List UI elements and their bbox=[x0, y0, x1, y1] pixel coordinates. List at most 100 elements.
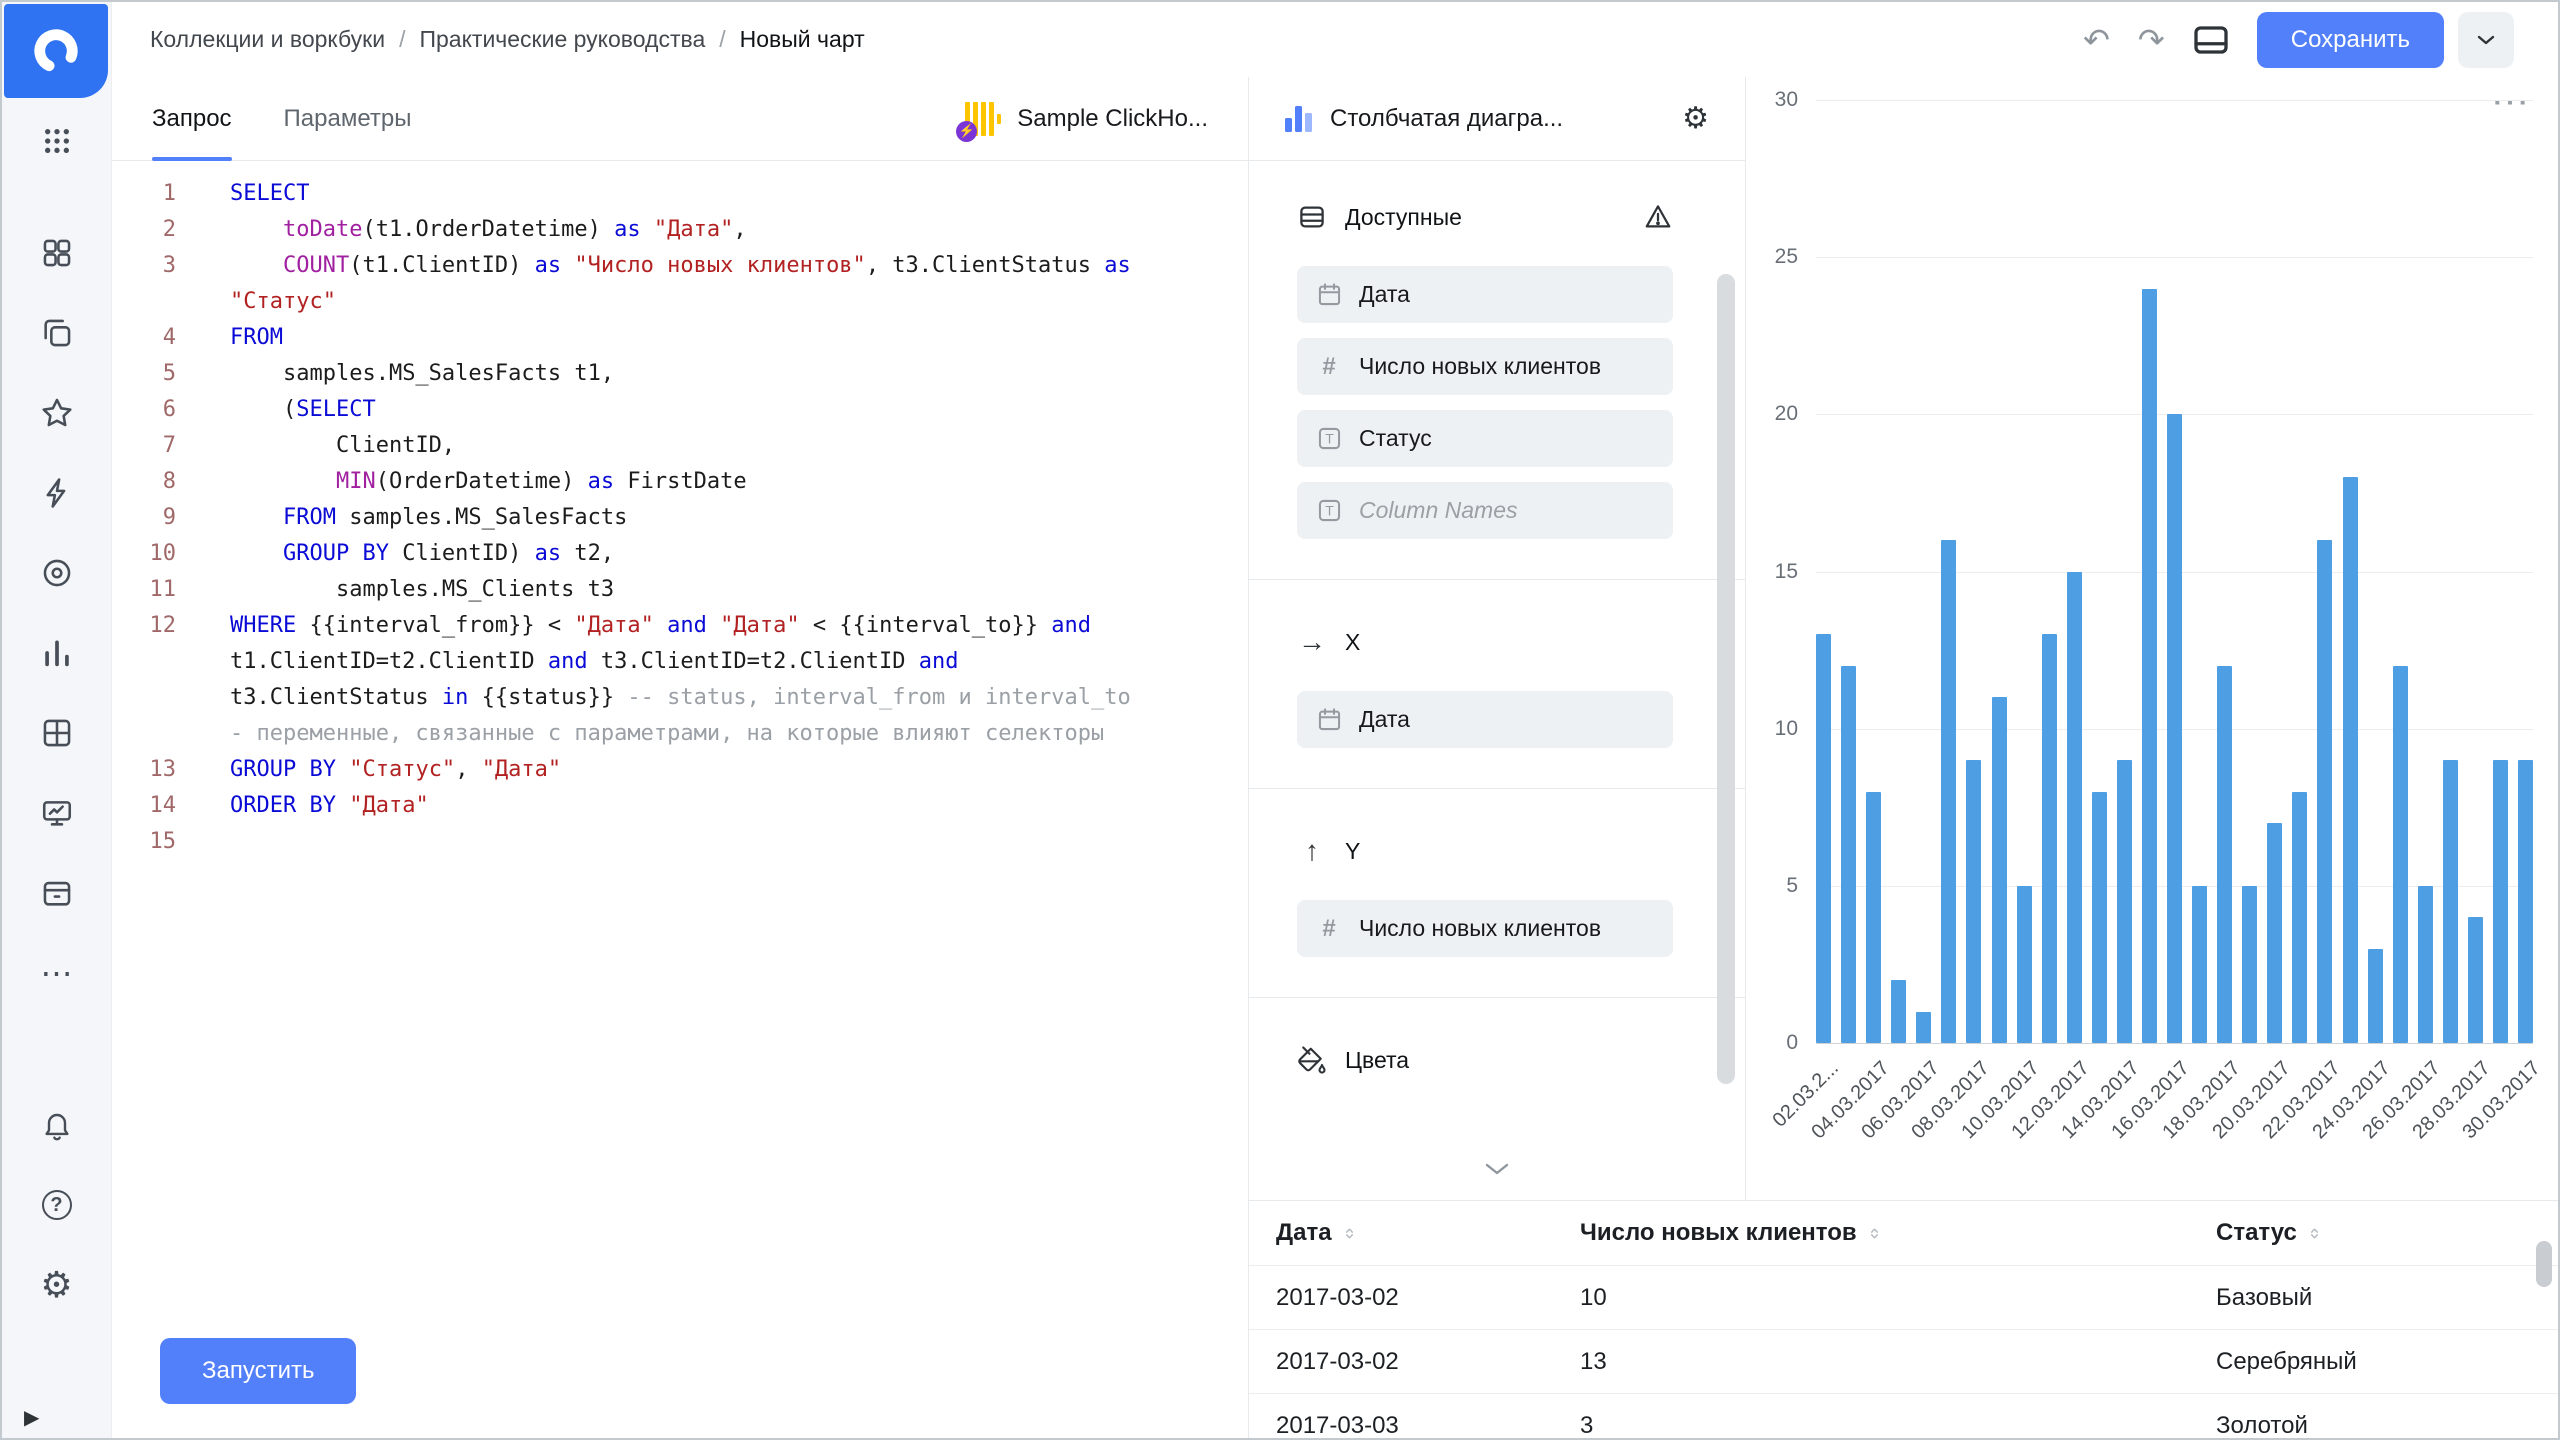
charts-icon[interactable] bbox=[34, 630, 80, 676]
top-header: Коллекции и воркбуки / Практические руко… bbox=[112, 2, 2558, 77]
bar[interactable] bbox=[2217, 666, 2232, 1043]
bar[interactable] bbox=[2368, 949, 2383, 1043]
y-axis-label: 25 bbox=[1775, 245, 1798, 269]
sql-editor[interactable]: 1SELECT2 toDate(t1.OrderDatetime) as "Да… bbox=[112, 162, 1248, 1318]
bar[interactable] bbox=[1866, 792, 1881, 1043]
header-actions: ↶ ↷ Сохранить bbox=[2083, 12, 2514, 68]
tab-parameters[interactable]: Параметры bbox=[284, 77, 412, 160]
bar[interactable] bbox=[2067, 572, 2082, 1044]
more-items-icon[interactable]: ⋯ bbox=[34, 950, 80, 996]
apps-grid-icon[interactable] bbox=[34, 118, 80, 164]
connection-chip[interactable]: ⚡ Sample ClickHo... bbox=[965, 77, 1208, 160]
favorites-star-icon[interactable] bbox=[34, 390, 80, 436]
code-line: 11 samples.MS_Clients t3 bbox=[112, 572, 1248, 608]
bar[interactable] bbox=[2418, 886, 2433, 1043]
redo-icon[interactable]: ↷ bbox=[2138, 24, 2165, 56]
bar[interactable] bbox=[1966, 760, 1981, 1043]
datalens-logo[interactable] bbox=[4, 4, 108, 98]
grid-table-icon[interactable] bbox=[34, 710, 80, 756]
column-header-new-clients[interactable]: Число новых клиентов bbox=[1580, 1219, 2216, 1247]
code-text: (SELECT bbox=[230, 392, 376, 428]
column-header-status[interactable]: Статус bbox=[2216, 1219, 2558, 1247]
breadcrumb: Коллекции и воркбуки / Практические руко… bbox=[150, 26, 865, 53]
chart-settings-gear-icon[interactable]: ⚙ bbox=[1682, 101, 1709, 136]
undo-icon[interactable]: ↶ bbox=[2083, 24, 2110, 56]
bar[interactable] bbox=[1816, 634, 1831, 1043]
dashboards-icon[interactable] bbox=[34, 230, 80, 276]
bar[interactable] bbox=[2343, 477, 2358, 1043]
bar[interactable] bbox=[2393, 666, 2408, 1043]
bar[interactable] bbox=[2267, 823, 2282, 1043]
column-header-date[interactable]: Дата bbox=[1276, 1219, 1580, 1247]
storage-box-icon[interactable] bbox=[34, 870, 80, 916]
bar[interactable] bbox=[2317, 540, 2332, 1043]
bar[interactable] bbox=[2493, 760, 2508, 1043]
collapse-chevron-icon[interactable] bbox=[1484, 1162, 1510, 1176]
column-header-label: Дата bbox=[1276, 1219, 1332, 1247]
monitoring-icon[interactable] bbox=[34, 790, 80, 836]
code-line: 6 (SELECT bbox=[112, 392, 1248, 428]
layout-panels-icon[interactable] bbox=[2193, 25, 2229, 55]
code-text: MIN(OrderDatetime) as FirstDate bbox=[230, 464, 747, 500]
line-number: 6 bbox=[112, 392, 176, 428]
sidebar: ⋯ ? ⚙ ▶ bbox=[2, 2, 112, 1438]
section-colors: Цвета bbox=[1297, 1044, 1673, 1076]
breadcrumb-guides[interactable]: Практические руководства bbox=[419, 26, 705, 53]
y-axis-label: 10 bbox=[1775, 717, 1798, 741]
notifications-bell-icon[interactable] bbox=[34, 1102, 80, 1148]
y-axis-label: 20 bbox=[1775, 402, 1798, 426]
save-button[interactable]: Сохранить bbox=[2257, 12, 2444, 68]
tab-parameters-label: Параметры bbox=[284, 105, 412, 133]
bar[interactable] bbox=[2242, 886, 2257, 1043]
config-scrollbar[interactable] bbox=[1717, 274, 1735, 1084]
field-chip-date[interactable]: Дата bbox=[1297, 266, 1673, 323]
bar[interactable] bbox=[2142, 289, 2157, 1043]
settings-gear-icon[interactable]: ⚙ bbox=[34, 1262, 80, 1308]
bar[interactable] bbox=[2092, 792, 2107, 1043]
bar[interactable] bbox=[2443, 760, 2458, 1043]
field-chip-new-clients[interactable]: # Число новых клиентов bbox=[1297, 338, 1673, 395]
breadcrumb-collections[interactable]: Коллекции и воркбуки bbox=[150, 26, 385, 53]
warning-icon[interactable] bbox=[1643, 202, 1673, 232]
bar[interactable] bbox=[1941, 540, 1956, 1043]
bar[interactable] bbox=[2042, 634, 2057, 1043]
circle-dot-icon[interactable] bbox=[34, 550, 80, 596]
workbooks-icon[interactable] bbox=[34, 310, 80, 356]
chart-type-label[interactable]: Столбчатая диагра... bbox=[1330, 105, 1563, 133]
bar[interactable] bbox=[2468, 917, 2483, 1043]
bar[interactable] bbox=[2518, 760, 2533, 1043]
bar[interactable] bbox=[2192, 886, 2207, 1043]
number-field-icon: # bbox=[1315, 353, 1343, 381]
x-field-chip-date[interactable]: Дата bbox=[1297, 691, 1673, 748]
bar[interactable] bbox=[1916, 1012, 1931, 1043]
section-divider bbox=[1249, 579, 1745, 580]
bar[interactable] bbox=[1891, 980, 1906, 1043]
string-field-icon: T bbox=[1315, 425, 1343, 452]
help-icon[interactable]: ? bbox=[34, 1182, 80, 1228]
gridline bbox=[1816, 100, 2533, 101]
y-field-chip-new-clients[interactable]: # Число новых клиентов bbox=[1297, 900, 1673, 957]
code-line: 7 ClientID, bbox=[112, 428, 1248, 464]
code-text: samples.MS_SalesFacts t1, bbox=[230, 356, 614, 392]
section-y: ↑ Y bbox=[1297, 835, 1673, 867]
bar[interactable] bbox=[2292, 792, 2307, 1043]
chart-config-body: Доступные Дата # Число новых клиентов bbox=[1249, 161, 1745, 1200]
save-dropdown-button[interactable] bbox=[2458, 12, 2514, 68]
tab-query[interactable]: Запрос bbox=[152, 77, 232, 160]
expand-sidebar-icon[interactable]: ▶ bbox=[24, 1405, 39, 1430]
editor-bolt-icon[interactable] bbox=[34, 470, 80, 516]
bar[interactable] bbox=[2017, 886, 2032, 1043]
bar[interactable] bbox=[2167, 414, 2182, 1043]
field-label: Дата bbox=[1359, 706, 1410, 733]
line-number: 7 bbox=[112, 428, 176, 464]
bar[interactable] bbox=[2117, 760, 2132, 1043]
bar[interactable] bbox=[1841, 666, 1856, 1043]
field-chip-status[interactable]: T Статус bbox=[1297, 410, 1673, 467]
run-button[interactable]: Запустить bbox=[160, 1338, 356, 1404]
table-scrollbar[interactable] bbox=[2536, 1241, 2552, 1287]
code-text: COUNT(t1.ClientID) as "Число новых клиен… bbox=[230, 248, 1144, 320]
query-panel: Запрос Параметры ⚡ Sample ClickHo... 1SE… bbox=[112, 77, 1249, 1438]
bar[interactable] bbox=[1992, 697, 2007, 1043]
paint-bucket-icon bbox=[1297, 1045, 1327, 1075]
field-chip-column-names[interactable]: T Column Names bbox=[1297, 482, 1673, 539]
